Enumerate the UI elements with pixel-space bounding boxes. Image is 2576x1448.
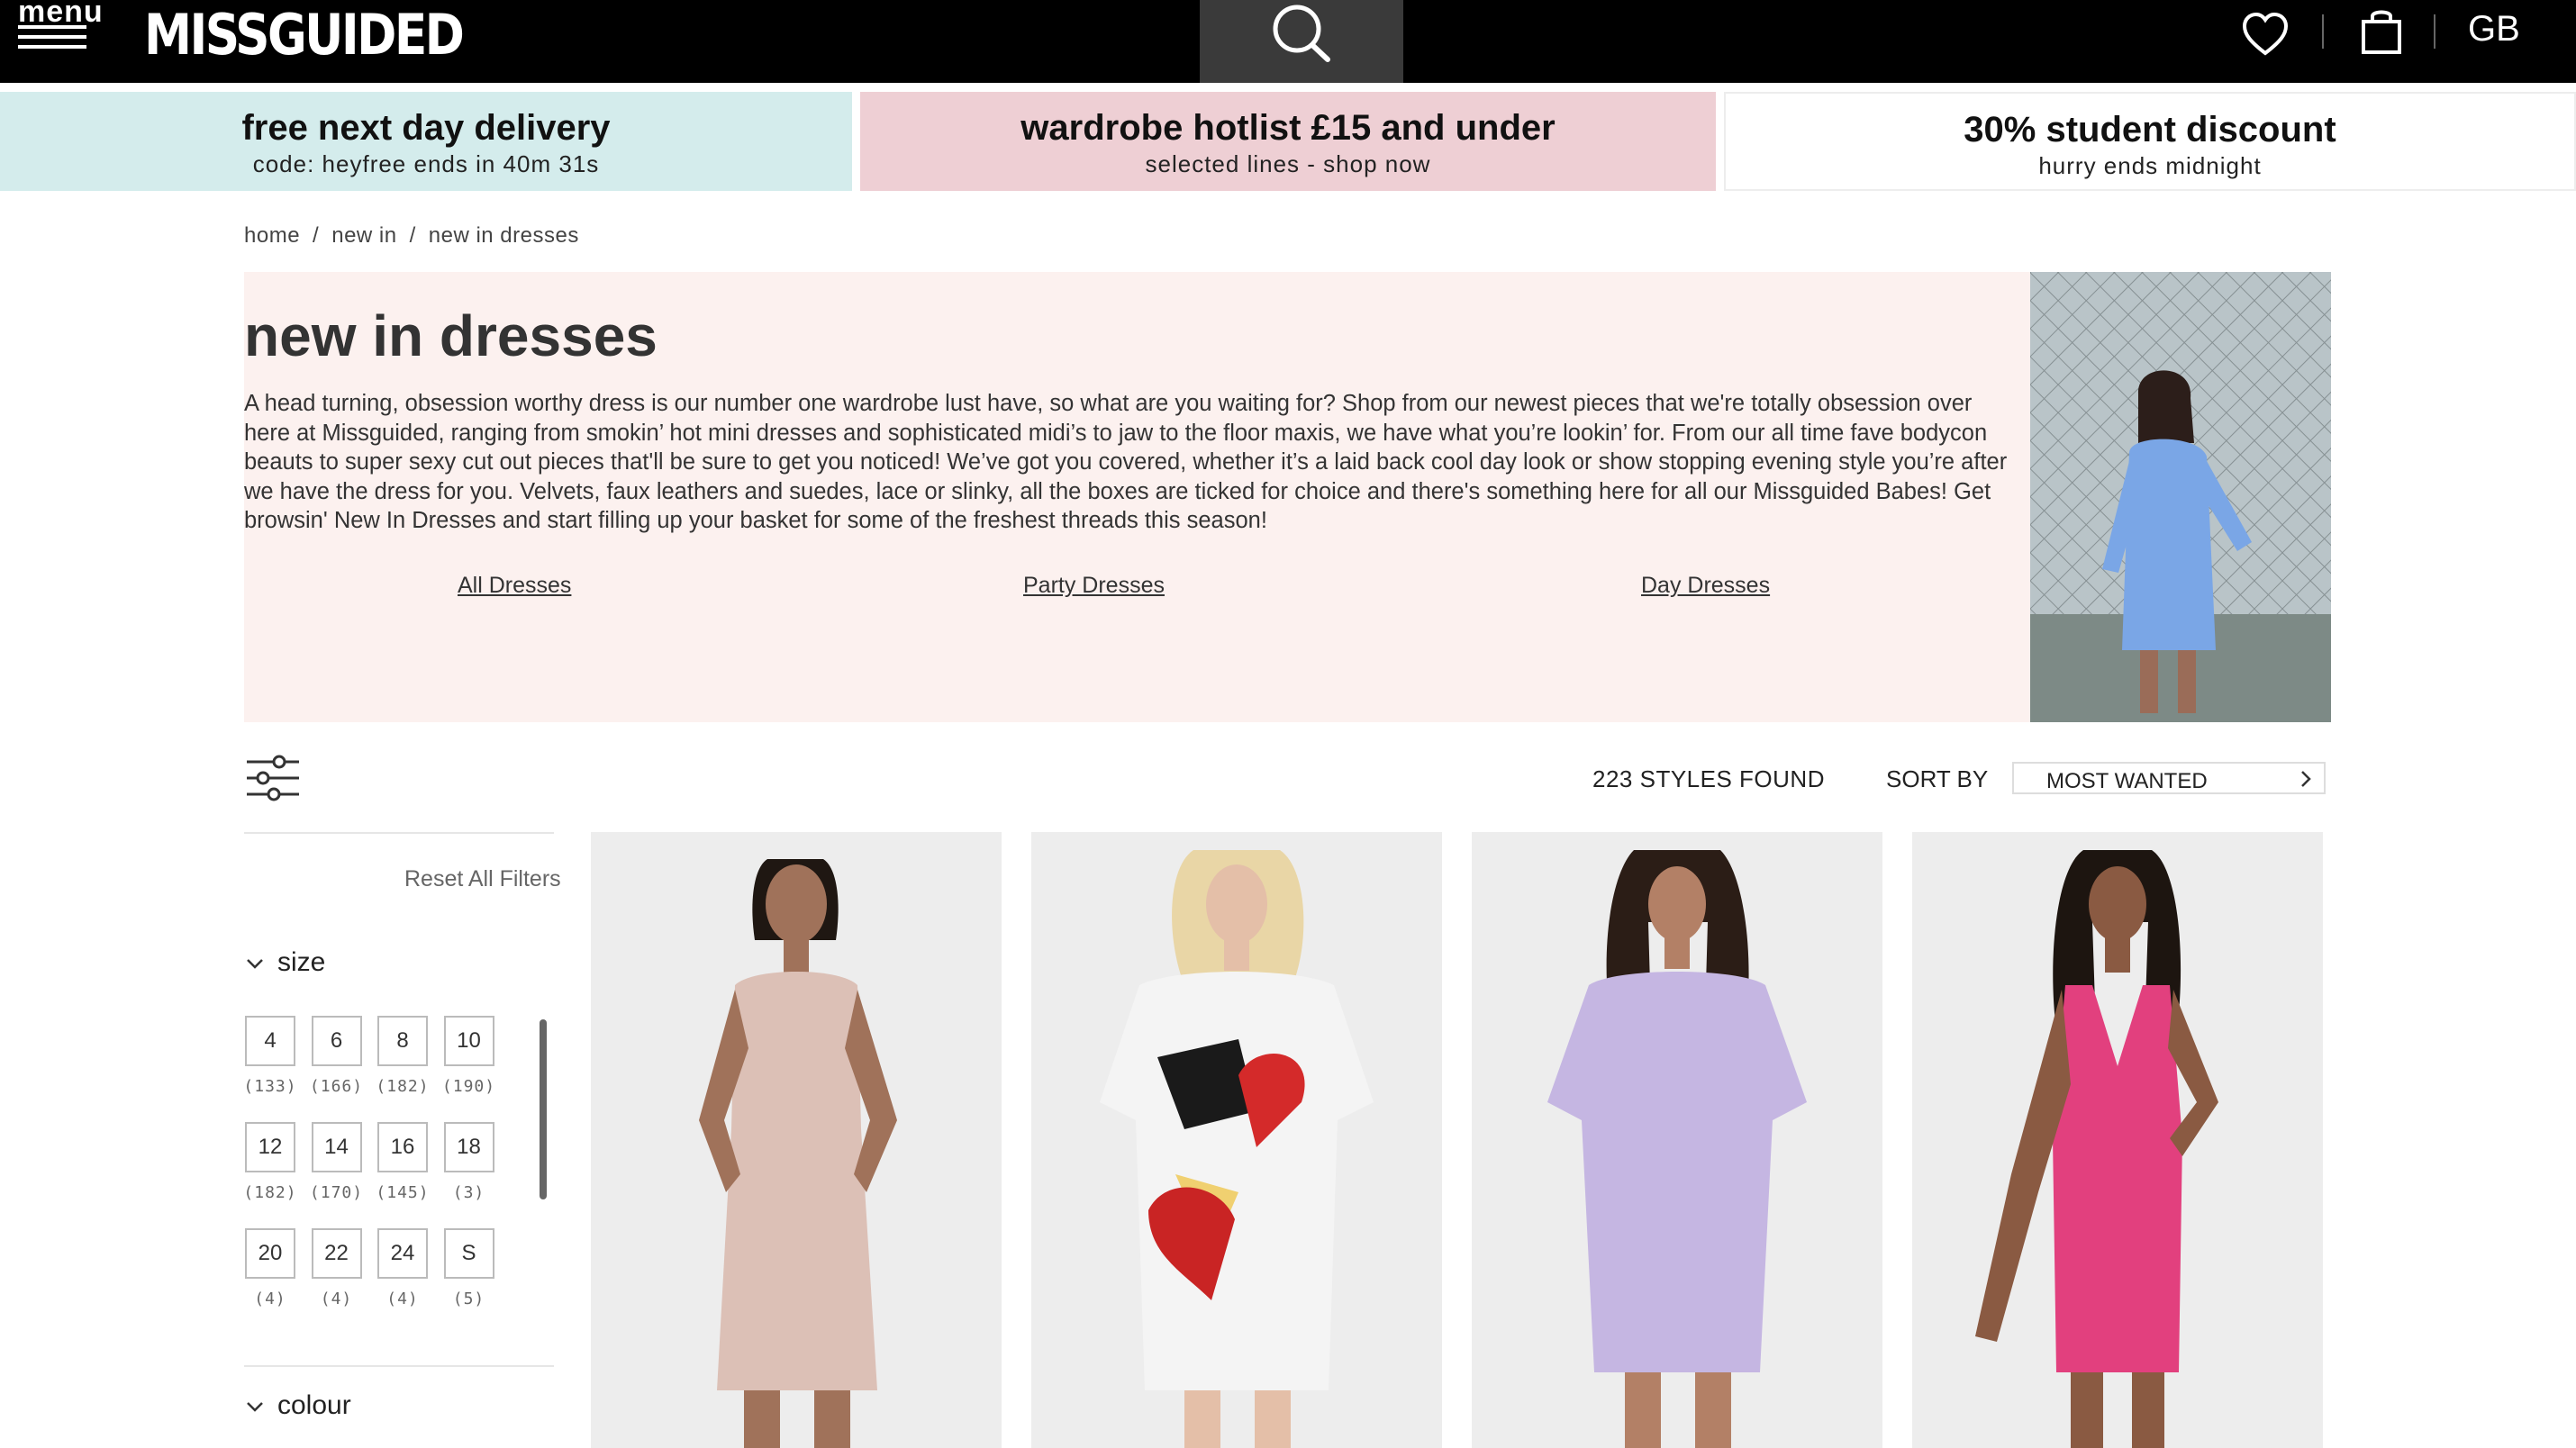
- colour-filter-toggle[interactable]: colour: [245, 1390, 351, 1421]
- sort-label: SORT BY: [1886, 765, 1989, 792]
- menu-icon[interactable]: [18, 22, 86, 52]
- size-option-count: (133): [243, 1077, 297, 1096]
- promo-banner-student[interactable]: 30% student discount hurry ends midnight: [1724, 92, 2576, 191]
- size-option[interactable]: 22: [311, 1228, 362, 1279]
- breadcrumb-separator: /: [313, 223, 320, 248]
- promo-title: free next day delivery: [241, 108, 611, 148]
- chevron-right-icon: [2301, 771, 2311, 787]
- breadcrumb-current: new in dresses: [428, 223, 579, 248]
- size-option-count: (190): [441, 1077, 496, 1096]
- breadcrumb: home / new in / new in dresses: [244, 223, 579, 249]
- hero-image: [2030, 272, 2331, 722]
- promo-subtitle: code: heyfree ends in 40m 31s: [252, 150, 600, 177]
- size-option[interactable]: 10: [443, 1016, 494, 1066]
- product-card[interactable]: [1031, 832, 1442, 1448]
- size-option[interactable]: 14: [311, 1122, 362, 1172]
- product-card[interactable]: [1472, 832, 1882, 1448]
- filter-icon[interactable]: [245, 755, 301, 801]
- link-party-dresses[interactable]: Party Dresses: [1023, 573, 1165, 599]
- site-logo[interactable]: MISSGUIDED: [144, 2, 465, 68]
- promo-banner-hotlist[interactable]: wardrobe hotlist £15 and under selected …: [860, 92, 1716, 191]
- promo-title: 30% student discount: [1964, 110, 2336, 149]
- divider: [2434, 14, 2435, 49]
- size-option[interactable]: 12: [245, 1122, 295, 1172]
- link-day-dresses[interactable]: Day Dresses: [1641, 573, 1770, 599]
- size-option[interactable]: 24: [377, 1228, 428, 1279]
- product-card[interactable]: [1912, 832, 2323, 1448]
- promo-title: wardrobe hotlist £15 and under: [1020, 108, 1556, 148]
- divider: [244, 1365, 554, 1367]
- divider: [2322, 14, 2324, 49]
- promo-subtitle: hurry ends midnight: [2038, 152, 2262, 179]
- size-option-count: (182): [376, 1077, 430, 1096]
- size-option-count: (166): [309, 1077, 364, 1096]
- size-option-count: (4): [320, 1290, 353, 1308]
- product-card[interactable]: [591, 832, 1002, 1448]
- breadcrumb-separator: /: [409, 223, 416, 248]
- promo-banner-delivery[interactable]: free next day delivery code: heyfree end…: [0, 92, 852, 191]
- size-option[interactable]: 16: [377, 1122, 428, 1172]
- sort-value: MOST WANTED: [2046, 769, 2208, 793]
- search-button[interactable]: [1200, 0, 1403, 83]
- breadcrumb-new-in[interactable]: new in: [331, 223, 396, 248]
- size-option-count: (170): [309, 1183, 364, 1202]
- size-option-count: (4): [254, 1290, 286, 1308]
- product-image: [1472, 832, 1882, 1448]
- size-option-count: (182): [243, 1183, 297, 1202]
- breadcrumb-home[interactable]: home: [244, 223, 300, 248]
- region-selector[interactable]: GB: [2468, 9, 2520, 50]
- size-filter-toggle[interactable]: size: [245, 947, 325, 978]
- size-filter-title: size: [277, 947, 326, 977]
- size-option[interactable]: 18: [443, 1122, 494, 1172]
- colour-filter-title: colour: [277, 1390, 351, 1420]
- chevron-down-icon: [247, 1402, 263, 1412]
- link-all-dresses[interactable]: All Dresses: [458, 573, 571, 599]
- size-option-count: (3): [452, 1183, 485, 1202]
- top-navigation-bar: menu MISSGUIDED GB: [0, 0, 2576, 83]
- chevron-down-icon: [247, 959, 263, 969]
- reset-filters-link[interactable]: Reset All Filters: [404, 866, 561, 892]
- product-image: [591, 832, 1002, 1448]
- size-option-count: (5): [452, 1290, 485, 1308]
- results-count: 223 STYLES FOUND: [1592, 765, 1825, 792]
- promo-subtitle: selected lines - shop now: [1145, 150, 1431, 177]
- heart-icon[interactable]: [2241, 11, 2290, 58]
- product-image: [1031, 832, 1442, 1448]
- filter-scrollbar[interactable]: [540, 1019, 547, 1199]
- search-icon: [1273, 5, 1330, 62]
- sort-dropdown[interactable]: MOST WANTED: [2012, 762, 2326, 794]
- category-description: A head turning, obsession worthy dress i…: [244, 391, 2008, 533]
- size-option[interactable]: 6: [311, 1016, 362, 1066]
- size-option[interactable]: S: [443, 1228, 494, 1279]
- size-option-count: (145): [376, 1183, 430, 1202]
- size-option[interactable]: 4: [245, 1016, 295, 1066]
- size-option[interactable]: 20: [245, 1228, 295, 1279]
- product-image: [1912, 832, 2323, 1448]
- divider: [244, 832, 554, 834]
- size-option[interactable]: 8: [377, 1016, 428, 1066]
- page-title: new in dresses: [244, 303, 658, 368]
- bag-icon[interactable]: [2360, 7, 2403, 56]
- size-option-count: (4): [386, 1290, 419, 1308]
